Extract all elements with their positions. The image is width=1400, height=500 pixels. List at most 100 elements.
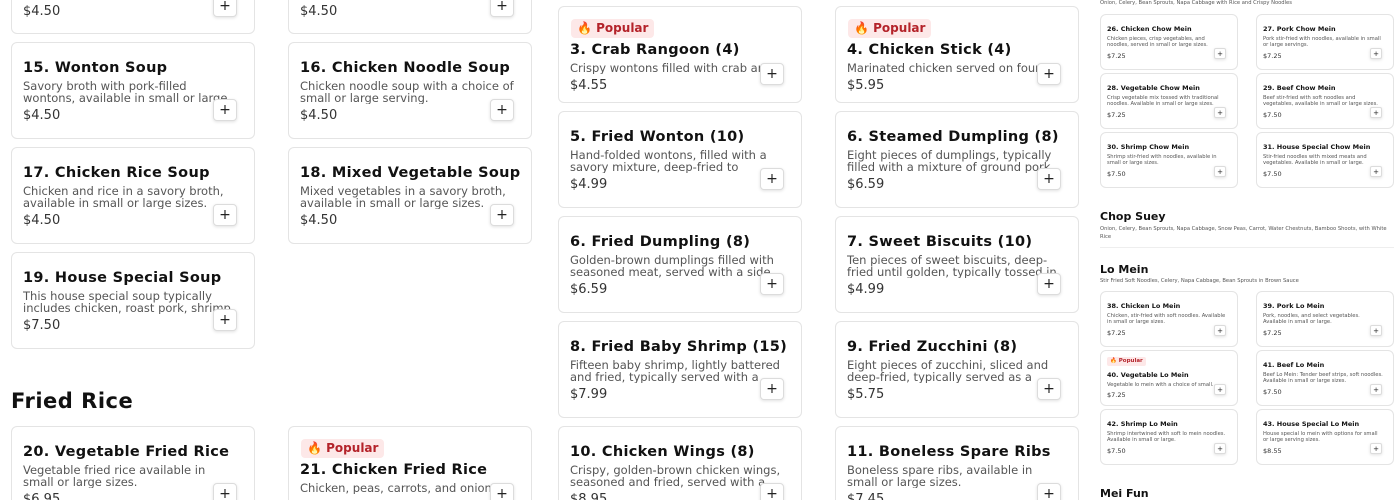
item-description: Chicken, stir-fried with soft noodles. A…	[1107, 313, 1226, 325]
menu-item-card[interactable]: 11. Boneless Spare Ribs Boneless spare r…	[835, 426, 1079, 500]
item-price: $7.50	[1107, 170, 1126, 178]
item-title: 11. Boneless Spare Ribs	[847, 444, 1051, 460]
add-to-cart-button[interactable]: +	[1370, 48, 1382, 59]
item-price: $6.59	[847, 177, 885, 192]
item-description: Shrimp stir-fried with noodles, availabl…	[1107, 154, 1217, 166]
add-to-cart-button[interactable]: +	[1037, 483, 1061, 500]
menu-item-card[interactable]: 8. Fried Baby Shrimp (15) Fifteen baby s…	[558, 321, 802, 418]
item-description: Crisp vegetable mix tossed with traditio…	[1107, 95, 1219, 107]
add-to-cart-button[interactable]: +	[213, 483, 237, 500]
add-to-cart-button[interactable]: +	[760, 483, 784, 500]
menu-item-card[interactable]: 27. Pork Chow Mein Pork stir-fried with …	[1256, 14, 1394, 70]
menu-item-card[interactable]: 5. Fried Wonton (10) Hand-folded wontons…	[558, 111, 802, 208]
popular-badge: 🔥 Popular	[1107, 357, 1146, 366]
section-heading-chop-suey: Chop Suey	[1100, 210, 1166, 223]
item-title: 29. Beef Chow Mein	[1263, 84, 1336, 92]
menu-item-card[interactable]: 42. Shrimp Lo Mein Shrimp intertwined wi…	[1100, 409, 1238, 465]
add-to-cart-button[interactable]: +	[760, 63, 784, 85]
add-to-cart-button[interactable]: +	[213, 99, 237, 121]
add-to-cart-button[interactable]: +	[490, 204, 514, 226]
menu-item-card[interactable]: 6. Steamed Dumpling (8) Eight pieces of …	[835, 111, 1079, 208]
item-title: 39. Pork Lo Mein	[1263, 302, 1325, 310]
add-to-cart-button[interactable]: +	[1214, 443, 1226, 454]
item-price: $4.50	[300, 4, 338, 19]
item-price: $5.75	[847, 387, 885, 402]
menu-item-card[interactable]: 10. Chicken Wings (8) Crispy, golden-bro…	[558, 426, 802, 500]
item-price: $7.25	[1107, 391, 1126, 399]
item-description: Savory broth with pork-filled wontons, a…	[23, 80, 228, 104]
add-to-cart-button[interactable]: +	[490, 483, 514, 500]
add-to-cart-button[interactable]: +	[1370, 325, 1382, 336]
popular-badge: 🔥 Popular	[571, 19, 655, 38]
item-description: Hand-folded wontons, filled with a savor…	[570, 149, 767, 173]
fire-icon: 🔥	[307, 441, 322, 455]
add-to-cart-button[interactable]: +	[1037, 63, 1061, 85]
add-to-cart-button[interactable]: +	[1037, 378, 1061, 400]
menu-item-card[interactable]: $4.50 +	[288, 0, 532, 34]
menu-item-card[interactable]: 29. Beef Chow Mein Beef stir-fried with …	[1256, 73, 1394, 129]
item-price: $4.50	[300, 108, 338, 123]
menu-item-card[interactable]: 30. Shrimp Chow Mein Shrimp stir-fried w…	[1100, 132, 1238, 188]
add-to-cart-button[interactable]: +	[1037, 168, 1061, 190]
menu-item-card[interactable]: 🔥 Popular 21. Chicken Fried Rice Chicken…	[288, 426, 532, 500]
menu-item-card[interactable]: 🔥 Popular 4. Chicken Stick (4) Marinated…	[835, 6, 1079, 103]
add-to-cart-button[interactable]: +	[213, 309, 237, 331]
menu-item-card[interactable]: 7. Sweet Biscuits (10) Ten pieces of swe…	[835, 216, 1079, 313]
add-to-cart-button[interactable]: +	[213, 0, 237, 17]
item-title: 10. Chicken Wings (8)	[570, 444, 755, 460]
add-to-cart-button[interactable]: +	[1370, 166, 1382, 177]
add-to-cart-button[interactable]: +	[1037, 273, 1061, 295]
item-price: $4.55	[570, 78, 608, 93]
add-to-cart-button[interactable]: +	[1214, 48, 1226, 59]
menu-item-card[interactable]: 18. Mixed Vegetable Soup Mixed vegetable…	[288, 147, 532, 244]
menu-item-card[interactable]: 43. House Special Lo Mein House special …	[1256, 409, 1394, 465]
menu-item-card[interactable]: 26. Chicken Chow Mein Chicken pieces, cr…	[1100, 14, 1238, 70]
add-to-cart-button[interactable]: +	[1370, 384, 1382, 395]
item-title: 6. Fried Dumpling (8)	[570, 234, 751, 250]
add-to-cart-button[interactable]: +	[760, 168, 784, 190]
item-description: Eight pieces of zucchini, sliced and dee…	[847, 359, 1049, 383]
menu-item-card[interactable]: 28. Vegetable Chow Mein Crisp vegetable …	[1100, 73, 1238, 129]
menu-item-card[interactable]: 🔥 Popular 3. Crab Rangoon (4) Crispy won…	[558, 6, 802, 103]
menu-item-card[interactable]: 41. Beef Lo Mein Beef Lo Mein: Tender be…	[1256, 350, 1394, 406]
add-to-cart-button[interactable]: +	[490, 0, 514, 17]
menu-item-card[interactable]: 17. Chicken Rice Soup Chicken and rice i…	[11, 147, 255, 244]
menu-item-card[interactable]: 20. Vegetable Fried Rice Vegetable fried…	[11, 426, 255, 500]
item-title: 28. Vegetable Chow Mein	[1107, 84, 1200, 92]
menu-item-card[interactable]: 19. House Special Soup This house specia…	[11, 252, 255, 349]
menu-item-card[interactable]: 15. Wonton Soup Savory broth with pork-f…	[11, 42, 255, 139]
section-heading-fried-rice: Fried Rice	[11, 389, 134, 413]
item-price: $7.50	[23, 318, 61, 333]
menu-item-card[interactable]: 38. Chicken Lo Mein Chicken, stir-fried …	[1100, 291, 1238, 347]
item-description: Ten pieces of sweet biscuits, deep-fried…	[847, 254, 1057, 278]
add-to-cart-button[interactable]: +	[1370, 107, 1382, 118]
add-to-cart-button[interactable]: +	[1214, 107, 1226, 118]
menu-item-card[interactable]: 31. House Special Chow Mein Stir-fried n…	[1256, 132, 1394, 188]
item-title: 5. Fried Wonton (10)	[570, 129, 745, 145]
item-description: Marinated chicken served on four skew...	[847, 62, 1040, 74]
menu-item-card[interactable]: 9. Fried Zucchini (8) Eight pieces of zu…	[835, 321, 1079, 418]
add-to-cart-button[interactable]: +	[490, 99, 514, 121]
item-description: Fifteen baby shrimp, lightly battered an…	[570, 359, 780, 383]
item-description: Pork stir-fried with noodles, available …	[1263, 36, 1381, 48]
item-price: $7.50	[1263, 170, 1282, 178]
item-title: 27. Pork Chow Mein	[1263, 25, 1336, 33]
menu-item-card[interactable]: 39. Pork Lo Mein Pork, noodles, and sele…	[1256, 291, 1394, 347]
add-to-cart-button[interactable]: +	[1214, 325, 1226, 336]
item-title: 41. Beef Lo Mein	[1263, 361, 1325, 369]
item-title: 15. Wonton Soup	[23, 60, 168, 76]
section-subtitle: Onion, Celery, Bean Sprouts, Napa Cabbag…	[1100, 226, 1387, 240]
add-to-cart-button[interactable]: +	[760, 273, 784, 295]
item-price: $6.59	[570, 282, 608, 297]
add-to-cart-button[interactable]: +	[1214, 384, 1226, 395]
item-price: $7.50	[1263, 388, 1282, 396]
menu-item-card[interactable]: $4.50 +	[11, 0, 255, 34]
item-price: $4.50	[23, 213, 61, 228]
add-to-cart-button[interactable]: +	[213, 204, 237, 226]
add-to-cart-button[interactable]: +	[760, 378, 784, 400]
add-to-cart-button[interactable]: +	[1214, 166, 1226, 177]
menu-item-card[interactable]: 6. Fried Dumpling (8) Golden-brown dumpl…	[558, 216, 802, 313]
add-to-cart-button[interactable]: +	[1370, 443, 1382, 454]
menu-item-card[interactable]: 16. Chicken Noodle Soup Chicken noodle s…	[288, 42, 532, 139]
menu-item-card[interactable]: 🔥 Popular 40. Vegetable Lo Mein Vegetabl…	[1100, 350, 1238, 406]
